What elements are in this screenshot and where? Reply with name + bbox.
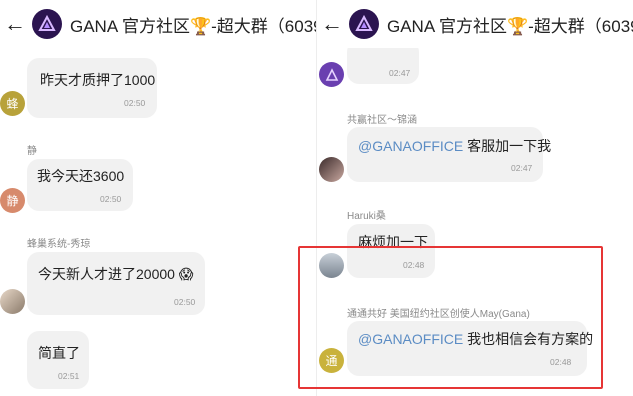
avatar[interactable]: 静: [0, 188, 25, 213]
sender-name: Haruki桑: [347, 211, 386, 222]
avatar[interactable]: [319, 62, 344, 87]
avatar[interactable]: [319, 157, 344, 182]
chat-pane-left: ← GANA 官方社区🏆-超大群（6039） 昨天才质押了1000 02:50 …: [0, 0, 316, 396]
gana-logo-icon: [325, 67, 338, 81]
back-arrow-icon[interactable]: ←: [0, 13, 26, 35]
chat-header-right: ← GANA 官方社区🏆-超大群（6039）: [317, 0, 633, 48]
avatar[interactable]: [0, 289, 25, 314]
message-text: @GANAOFFICE 客服加一下我: [358, 138, 552, 154]
message-text: 我今天还3600: [37, 168, 125, 184]
sender-name: 共赢社区～锦涵: [347, 115, 417, 126]
chat-header-left: ← GANA 官方社区🏆-超大群（6039）: [0, 0, 316, 48]
message-time: 02:50: [124, 98, 146, 108]
message-time: 02:51: [58, 371, 80, 381]
message-time: 02:50: [100, 194, 122, 204]
gana-logo-icon[interactable]: [32, 9, 62, 39]
sender-name: 静: [27, 146, 37, 157]
message-time: 02:50: [174, 297, 196, 307]
gana-logo-icon[interactable]: [349, 9, 379, 39]
highlight-box: [298, 246, 603, 389]
message-text: 今天新人才进了20000 😱: [38, 266, 194, 282]
message-time: 02:47: [389, 68, 411, 78]
mention[interactable]: @GANAOFFICE: [358, 138, 463, 154]
message-text: 昨天才质押了1000: [40, 72, 156, 88]
group-title[interactable]: GANA 官方社区🏆-超大群（6039）: [70, 12, 316, 37]
message-text: 简直了: [38, 345, 80, 361]
sender-name: 蜂巢系统-秀琼: [27, 239, 91, 250]
back-arrow-icon[interactable]: ←: [317, 13, 343, 35]
group-title[interactable]: GANA 官方社区🏆-超大群（6039）: [387, 12, 633, 37]
message-time: 02:47: [511, 163, 533, 173]
avatar[interactable]: 蜂: [0, 91, 25, 116]
screenshot: ← GANA 官方社区🏆-超大群（6039） 昨天才质押了1000 02:50 …: [0, 0, 633, 396]
